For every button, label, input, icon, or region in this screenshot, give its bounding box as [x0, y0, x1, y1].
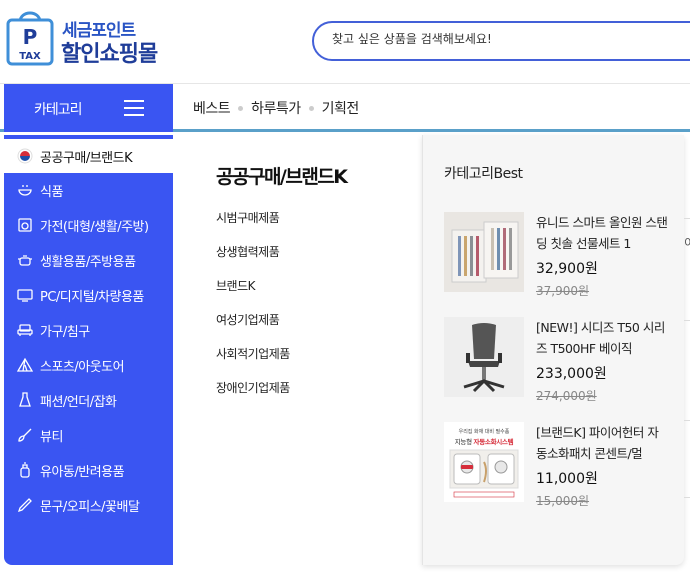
side-item-label: 스포츠/아웃도어 — [40, 359, 125, 375]
side-item-furniture[interactable]: 가구/침구 — [4, 313, 173, 347]
side-item-food[interactable]: 식품 — [4, 173, 173, 207]
side-item-label: PC/디지털/차량용품 — [40, 289, 144, 305]
pot-icon — [16, 251, 34, 269]
side-item-label: 가구/침구 — [40, 324, 90, 340]
appliance-icon — [16, 216, 34, 234]
category-best-panel: 카테고리Best 유니드 스마트 올인원 스탠딩 칫솔 선물세트 1 32,90… — [422, 135, 684, 565]
nav-link-daily-deal[interactable]: 하루특가 — [251, 98, 301, 118]
nav-separator — [308, 105, 314, 111]
category-button[interactable]: 카테고리 — [4, 84, 173, 132]
pen-icon — [16, 496, 34, 514]
side-item-label: 가전(대형/생활/주방) — [40, 219, 149, 235]
nav-link-best[interactable]: 베스트 — [193, 98, 231, 118]
search-input[interactable] — [332, 32, 690, 46]
subcategory-link[interactable]: 상생협력제품 — [216, 243, 280, 260]
side-item-label: 유아동/반려용품 — [40, 464, 125, 480]
subcategory-panel: 공공구매/브랜드K 시범구매제품 상생협력제품 브랜드K 여성기업제품 사회적기… — [173, 135, 421, 565]
product-thumbnail-toothbrush-set[interactable] — [444, 212, 524, 292]
page: P TAX 세금포인트 할인쇼핑몰 카테고리 베스트 하루특가 기획전 — [0, 0, 690, 573]
subcategory-link[interactable]: 여성기업제품 — [216, 311, 280, 328]
side-item-label: 문구/오피스/꽃배달 — [40, 499, 140, 515]
side-item-label: 생활용품/주방용품 — [40, 254, 136, 270]
product-name[interactable]: [브랜드K] 파이어헌터 자동소화패치 콘센트/멀 — [536, 422, 668, 464]
background-peek-text: 이 — [684, 236, 690, 250]
subcategory-link[interactable]: 시범구매제품 — [216, 209, 280, 226]
side-item-kids-pets[interactable]: 유아동/반려용품 — [4, 453, 173, 487]
category-side-menu: 공공구매/브랜드K 식품 가전(대형/생활/주방) 생활용품/주방용품 PC/디… — [4, 135, 173, 565]
logo-line2: 할인쇼핑몰 — [61, 42, 158, 67]
side-item-label: 패션/언더/잡화 — [40, 394, 117, 410]
site-logo[interactable]: P TAX 세금포인트 할인쇼핑몰 — [4, 6, 184, 70]
side-item-stationery[interactable]: 문구/오피스/꽃배달 — [4, 488, 173, 522]
side-item-fashion[interactable]: 패션/언더/잡화 — [4, 383, 173, 417]
nav-link-exhibition[interactable]: 기획전 — [322, 98, 360, 118]
main-nav: 카테고리 베스트 하루특가 기획전 — [0, 84, 690, 132]
nav-separator — [238, 105, 244, 111]
product-original-price: 15,000원 — [536, 494, 590, 508]
side-item-public-brandk[interactable]: 공공구매/브랜드K — [4, 139, 173, 173]
background-divider — [684, 420, 690, 421]
product-price: 11,000원 — [536, 471, 598, 487]
product-original-price: 37,900원 — [536, 284, 590, 298]
search-box — [312, 21, 690, 61]
product-name[interactable]: 유니드 스마트 올인원 스탠딩 칫솔 선물세트 1 — [536, 212, 668, 254]
side-item-beauty[interactable]: 뷰티 — [4, 418, 173, 452]
subcategory-link[interactable]: 브랜드K — [216, 277, 256, 294]
brush-icon — [16, 426, 34, 444]
product-price: 32,900원 — [536, 261, 598, 277]
background-divider — [684, 320, 690, 321]
clothes-icon — [16, 391, 34, 409]
monitor-icon — [16, 286, 34, 304]
side-item-sports[interactable]: 스포츠/아웃도어 — [4, 348, 173, 382]
side-item-household[interactable]: 생활용품/주방용품 — [4, 243, 173, 277]
side-item-label: 뷰티 — [40, 429, 63, 445]
product-thumbnail-fire-patch[interactable]: 우리집 화재 대비 필수품 지능형 자동소화시스템 — [444, 422, 524, 502]
bottle-icon — [16, 461, 34, 479]
background-divider — [684, 218, 690, 219]
side-item-label: 공공구매/브랜드K — [40, 150, 133, 166]
food-bowl-icon — [16, 181, 34, 199]
best-product-card[interactable]: 유니드 스마트 올인원 스탠딩 칫솔 선물세트 1 32,900원 37,900… — [444, 212, 684, 302]
tent-icon — [16, 356, 34, 374]
logo-badge-bottom: TAX — [19, 51, 41, 62]
subcategory-link[interactable]: 사회적기업제품 — [216, 345, 290, 362]
category-best-title: 카테고리Best — [444, 166, 523, 182]
side-item-pc-digital[interactable]: PC/디지털/차량용품 — [4, 278, 173, 312]
category-label: 카테고리 — [34, 102, 83, 118]
side-item-appliance[interactable]: 가전(대형/생활/주방) — [4, 208, 173, 242]
shopping-bag-logo-icon: P TAX — [6, 11, 54, 66]
product-thumbnail-office-chair[interactable] — [444, 317, 524, 397]
side-item-label: 식품 — [40, 184, 63, 200]
header: P TAX 세금포인트 할인쇼핑몰 — [0, 0, 690, 84]
best-product-card[interactable]: [NEW!] 시디즈 T50 시리즈 T500HF 베이직 233,000원 2… — [444, 317, 684, 407]
nav-links: 베스트 하루특가 기획전 — [193, 98, 359, 118]
product-original-price: 274,000원 — [536, 389, 597, 403]
background-divider — [684, 497, 690, 498]
best-product-card[interactable]: 우리집 화재 대비 필수품 지능형 자동소화시스템 [브랜드K] 파이어헌터 자… — [444, 422, 684, 512]
logo-badge-top: P — [23, 25, 38, 49]
subcategory-title: 공공구매/브랜드K — [216, 166, 348, 188]
subcategory-link[interactable]: 장애인기업제품 — [216, 379, 290, 396]
product-name[interactable]: [NEW!] 시디즈 T50 시리즈 T500HF 베이직 — [536, 317, 668, 359]
hamburger-menu-icon — [124, 100, 144, 116]
product-price: 233,000원 — [536, 366, 607, 382]
korea-flag-icon — [16, 147, 34, 165]
sofa-icon — [16, 321, 34, 339]
